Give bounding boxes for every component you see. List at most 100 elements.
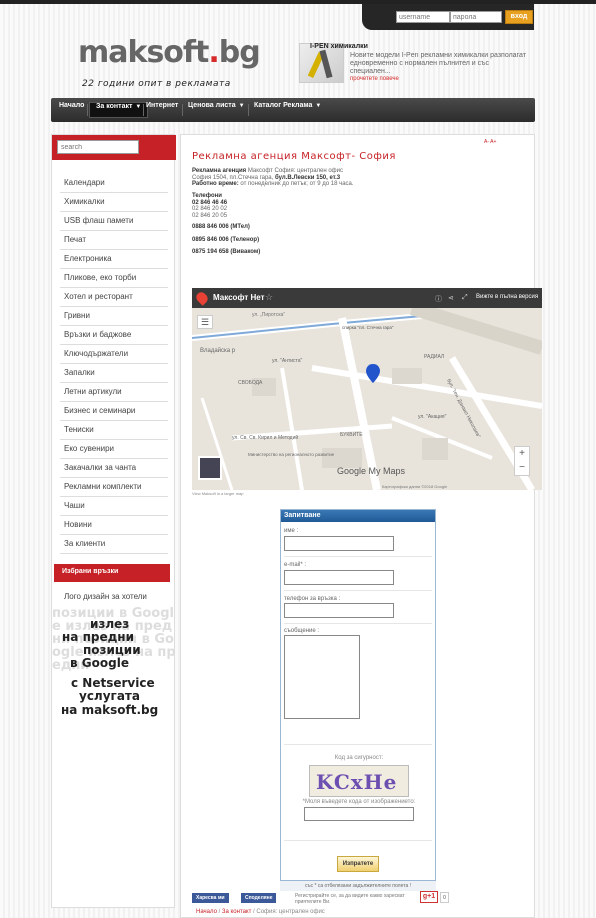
search-bar: [52, 135, 176, 160]
map-pin-icon: [194, 290, 210, 306]
email-input[interactable]: [284, 570, 394, 585]
menu-item[interactable]: Печат: [60, 231, 168, 250]
gplus-button[interactable]: g+1: [420, 891, 438, 903]
info-icon[interactable]: ⓘ: [435, 294, 442, 304]
breadcrumb-contact[interactable]: За контакт: [222, 909, 251, 915]
nav-separator: [87, 104, 88, 116]
logo-name: maksoft: [78, 35, 209, 70]
phone-list: Телефони 02 846 46 46 02 846 20 02 02 84…: [192, 193, 227, 219]
map-source-link[interactable]: View Maksoft in a larger map: [192, 491, 244, 496]
map-brand: Google My Maps: [337, 466, 406, 476]
fb-share-button[interactable]: Споделяне: [241, 893, 277, 903]
menu-item[interactable]: Ключодържатели: [60, 345, 168, 364]
promo-line: в Google: [70, 656, 129, 670]
menu-item[interactable]: Запалки: [60, 364, 168, 383]
zoom-out-icon[interactable]: −: [515, 461, 529, 475]
promo-banner[interactable]: позиции в Google излез на предни позиции…: [52, 607, 176, 737]
map-fullscreen-link[interactable]: Вижте в пълна версия: [476, 294, 538, 300]
password-input[interactable]: [450, 11, 502, 23]
mobile-number: 0875 194 658 (Виваком): [192, 249, 261, 255]
favorites-header: Избрани връзки: [54, 564, 170, 582]
menu-item[interactable]: Бизнес и семинари: [60, 402, 168, 421]
share-icon[interactable]: ⋖: [448, 294, 454, 302]
menu-item[interactable]: Новини: [60, 516, 168, 535]
menu-item[interactable]: Връзки и баджове: [60, 326, 168, 345]
map-label: ул. „Пиротска“: [252, 312, 285, 318]
nav-item-label: Каталог Реклама: [254, 102, 313, 109]
menu-item[interactable]: Електроника: [60, 250, 168, 269]
zoom-control[interactable]: + −: [514, 446, 530, 476]
menu-item[interactable]: Чаши: [60, 497, 168, 516]
name-input[interactable]: [284, 536, 394, 551]
star-icon[interactable]: ☆: [265, 292, 273, 303]
username-input[interactable]: [396, 11, 450, 23]
login-button[interactable]: вход: [505, 10, 533, 24]
nav-item-home[interactable]: Начало: [53, 102, 90, 118]
page-title: Рекламна агенция Максофт- София: [192, 151, 396, 162]
map-canvas: Владайска р ул. „Пиротска“ спирка "пл. С…: [192, 308, 542, 490]
office-info: Рекламна агенция Максофт София: централе…: [192, 168, 392, 188]
inquiry-form: Запитване име : e-mail* : телефон за връ…: [280, 509, 436, 881]
menu-item[interactable]: Тениски: [60, 421, 168, 440]
menu-item[interactable]: Гривни: [60, 307, 168, 326]
info-label: Работно време:: [192, 181, 239, 187]
map-header: Максофт Нет ☆ ⓘ ⋖ ⤢ Вижте в пълна версия: [192, 288, 542, 308]
menu-item[interactable]: Летни артикули: [60, 383, 168, 402]
menu-item[interactable]: Еко сувенири: [60, 440, 168, 459]
breadcrumb-home[interactable]: Начало: [196, 909, 217, 915]
logo-dot: .: [208, 35, 219, 70]
font-size-toggle[interactable]: A- A+: [484, 139, 496, 145]
nav-item-prices[interactable]: Ценова листа ▼: [182, 102, 251, 118]
logo-tld: bg: [218, 35, 261, 70]
menu-item[interactable]: Хотел и ресторант: [60, 288, 168, 307]
site-logo[interactable]: maksoft.bg: [78, 35, 261, 70]
map-title: Максофт Нет: [213, 293, 265, 302]
breadcrumb-current: София: централен офис: [256, 909, 325, 915]
form-divider: [284, 623, 432, 624]
email-label: e-mail* :: [284, 562, 307, 568]
promo-line: услугата: [79, 689, 140, 703]
menu-item[interactable]: USB флаш памети: [60, 212, 168, 231]
search-input[interactable]: [57, 140, 139, 154]
sidebar: Календари Химикалки USB флаш памети Печа…: [51, 134, 176, 908]
menu-item[interactable]: Пликове, еко торби: [60, 269, 168, 288]
menu-item[interactable]: За клиенти: [60, 535, 168, 554]
mobile-number: 0895 846 006 (Теленор): [192, 237, 260, 243]
nav-item-catalog[interactable]: Каталог Реклама ▼: [248, 102, 327, 118]
zoom-in-icon[interactable]: +: [515, 447, 529, 461]
favorites-link[interactable]: Лого дизайн за хотели: [64, 592, 147, 601]
phone-number: 02 846 20 02: [192, 206, 228, 213]
map-footer: Картографски данни ©2018 Google: [382, 484, 448, 489]
main-nav: Начало За контакт ▼ Интернет Ценова листа…: [51, 98, 535, 122]
captcha-label: Код за сигурност:: [334, 755, 384, 761]
menu-item[interactable]: Закачалки за чанта: [60, 459, 168, 478]
map-label: ул. "Антиста": [272, 358, 303, 364]
satellite-toggle[interactable]: [198, 456, 222, 480]
list-icon[interactable]: ☰: [197, 315, 213, 329]
message-label: съобщение :: [284, 628, 320, 634]
message-textarea[interactable]: [284, 635, 360, 719]
menu-item[interactable]: Календари: [60, 174, 168, 193]
news-title[interactable]: I-PEN химикалки: [310, 43, 368, 50]
news-more-link[interactable]: прочетете повече: [350, 76, 399, 82]
fb-like-button[interactable]: Харесва ми: [192, 893, 229, 903]
menu-item[interactable]: Химикалки: [60, 193, 168, 212]
captcha-image: KCxHe: [309, 765, 409, 797]
promo-line: на maksoft.bg: [61, 703, 159, 717]
nav-item-internet[interactable]: Интернет: [140, 102, 184, 118]
phone-input[interactable]: [284, 603, 394, 618]
menu-item[interactable]: Рекламни комплекти: [60, 478, 168, 497]
submit-button[interactable]: Изпратете: [337, 856, 379, 872]
caret-down-icon: ▼: [315, 103, 322, 109]
nav-item-label: Ценова листа: [188, 102, 236, 109]
fullscreen-icon[interactable]: ⤢: [462, 294, 468, 302]
phones-label: Телефони: [192, 193, 222, 199]
google-map[interactable]: Максофт Нет ☆ ⓘ ⋖ ⤢ Вижте в пълна версия…: [192, 288, 542, 490]
name-label: име :: [284, 528, 299, 534]
map-label: спирка "пл. Стечна гара": [342, 325, 394, 330]
map-label: Владайска р: [200, 347, 236, 354]
form-divider: [284, 590, 432, 591]
news-box: I-PEN химикалки Новите модели I-Pen рекл…: [298, 43, 532, 85]
captcha-input[interactable]: [304, 807, 414, 821]
phone-number: 02 846 46 46: [192, 199, 228, 206]
